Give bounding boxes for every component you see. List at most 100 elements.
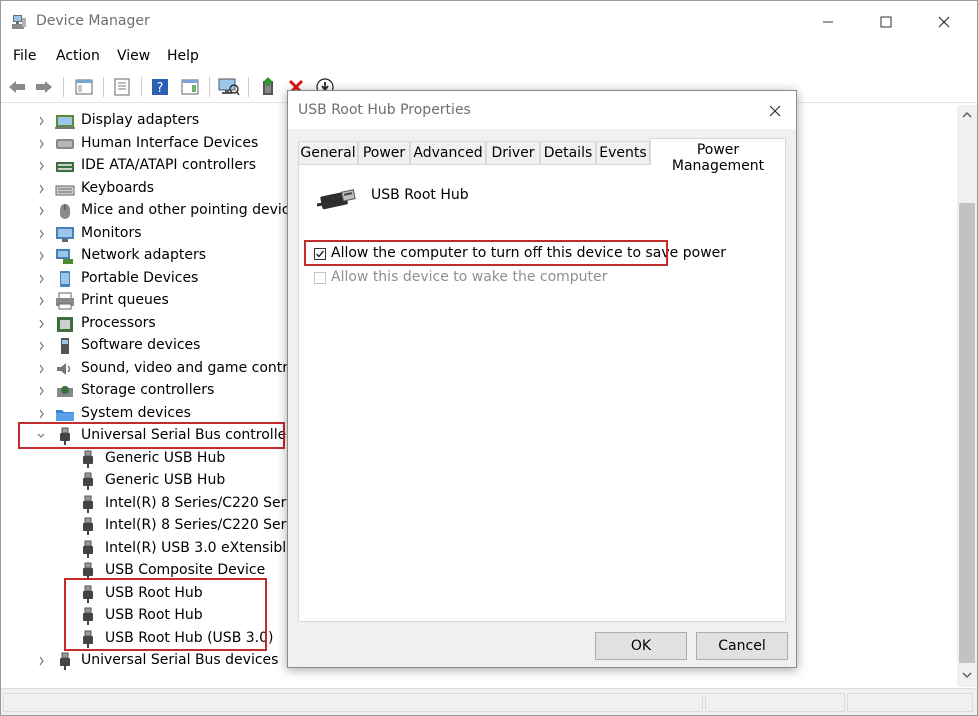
tree-category-label: Human Interface Devices [81,134,259,151]
scroll-up-icon[interactable] [961,109,973,121]
chevron-right-icon[interactable] [36,115,46,127]
tree-category-label: Storage controllers [81,382,215,398]
tree-device-label: Generic USB Hub [105,472,226,488]
chevron-right-icon[interactable] [36,340,46,352]
chevron-right-icon[interactable] [36,273,46,285]
status-bar [1,688,977,715]
tab-details[interactable]: Details [540,141,596,164]
tree-category-label: System devices [81,404,191,421]
maximize-icon [880,16,892,28]
update-driver-icon [263,77,273,95]
tab-driver[interactable]: Driver [486,141,540,164]
device-manager-icon [12,15,26,29]
speaker-icon [57,362,71,375]
dialog-close-button[interactable] [760,99,790,123]
chevron-down-icon[interactable] [36,430,46,442]
scan-hardware-button[interactable] [218,76,240,98]
chevron-right-icon[interactable] [36,228,46,240]
tree-category-label: Software devices [81,337,201,353]
chevron-right-icon[interactable] [36,408,46,420]
usb-plug-icon [83,472,93,490]
cancel-button[interactable]: Cancel [696,632,788,660]
tab-power[interactable]: Power [358,141,410,164]
usb-plug-icon [83,450,93,468]
network-adapter-icon [56,249,73,264]
status-cell [3,693,703,712]
chevron-right-icon[interactable] [36,318,46,330]
window-title: Device Manager [36,13,150,29]
properties-button[interactable] [111,76,133,98]
allow-wake-checkbox [314,272,326,284]
mouse-icon [60,204,70,219]
ide-controller-icon [56,162,74,172]
toolbar-separator [141,77,142,97]
portable-device-icon [60,270,70,287]
hid-icon [56,138,74,149]
tree-category-label: Network adapters [81,247,206,263]
chevron-right-icon[interactable] [36,385,46,397]
allow-wake-label: Allow this device to wake the computer [331,269,608,285]
show-hide-console-tree-button[interactable] [73,76,95,98]
power-management-panel: USB Root Hub [298,164,786,622]
menu-bar: File Action View Help [1,44,977,70]
monitor-icon [56,226,74,242]
menu-help[interactable]: Help [167,48,199,64]
update-driver-button[interactable] [257,76,279,98]
help-icon: ? [152,79,168,96]
toolbar-separator [209,77,210,97]
tree-category-label: IDE ATA/ATAPI controllers [81,157,257,173]
tab-advanced[interactable]: Advanced [410,141,486,164]
usb-plug-icon [83,517,93,535]
chevron-right-icon[interactable] [36,250,46,262]
maximize-button[interactable] [863,1,909,43]
tree-device-label: Generic USB Hub [105,449,226,466]
device-manager-window: Device Manager File Action View Help ? D… [0,0,978,716]
tree-category-label: Keyboards [81,179,155,196]
tree-category-label: Processors [81,314,156,331]
toolbar-separator [63,77,64,97]
chevron-right-icon[interactable] [36,655,46,667]
ok-button[interactable]: OK [595,632,687,660]
menu-file[interactable]: File [13,48,36,64]
chevron-right-icon[interactable] [36,183,46,195]
back-button[interactable] [6,76,28,98]
chevron-right-icon[interactable] [36,160,46,172]
scan-hardware-icon [218,78,240,96]
tab-general[interactable]: General [298,141,358,164]
usb-plug-icon [83,562,93,580]
action-pane-button[interactable] [179,76,201,98]
tree-category-label: Universal Serial Bus devices [81,652,279,668]
device-name: USB Root Hub [371,187,469,203]
tree-device-label: USB Composite Device [105,562,266,578]
toolbar-separator [103,77,104,97]
status-cell [847,693,973,712]
properties-icon [114,78,130,96]
chevron-right-icon[interactable] [36,295,46,307]
processor-icon [57,316,73,332]
scrollbar-thumb[interactable] [959,203,975,663]
tree-device-label: USB Root Hub [105,584,203,601]
vertical-scrollbar[interactable] [957,105,977,687]
allow-turn-off-checkbox[interactable] [314,248,326,260]
chevron-right-icon[interactable] [36,205,46,217]
scroll-down-icon[interactable] [961,669,973,681]
tab-events[interactable]: Events [596,141,650,164]
svg-text:?: ? [157,81,164,96]
usb-plug-icon [83,585,93,603]
usb-plug-icon [60,427,70,445]
usb-plug-icon [60,652,70,670]
usb-root-hub-properties-dialog: USB Root Hub Properties General Power Ad… [287,90,797,668]
system-folder-icon [56,409,74,421]
tree-category-label: Portable Devices [81,269,199,286]
tree-category-label: Universal Serial Bus controllers [81,427,300,443]
help-button[interactable]: ? [149,76,171,98]
tab-power-management[interactable]: Power Management [650,138,786,174]
forward-button[interactable] [33,76,55,98]
menu-view[interactable]: View [117,48,150,64]
menu-action[interactable]: Action [56,48,100,64]
tree-device-label: USB Root Hub (USB 3.0) [105,629,274,646]
minimize-button[interactable] [805,1,851,43]
close-button[interactable] [921,1,967,43]
chevron-right-icon[interactable] [36,363,46,375]
chevron-right-icon[interactable] [36,138,46,150]
